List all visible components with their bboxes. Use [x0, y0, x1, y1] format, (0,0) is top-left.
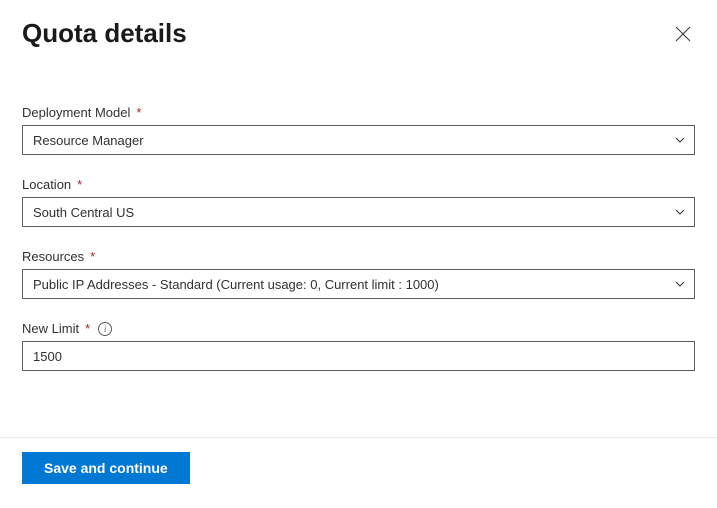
location-label: Location * — [22, 177, 695, 192]
panel-header: Quota details — [22, 18, 695, 49]
location-value: South Central US — [33, 205, 134, 220]
new-limit-label: New Limit * i — [22, 321, 695, 336]
chevron-down-icon — [674, 134, 686, 146]
separator — [0, 437, 717, 438]
quota-details-panel: Quota details Deployment Model * Resourc… — [0, 0, 717, 371]
panel-title: Quota details — [22, 18, 187, 49]
panel-footer: Save and continue — [22, 452, 190, 484]
required-indicator: * — [77, 177, 82, 192]
location-label-text: Location — [22, 177, 71, 192]
location-field: Location * South Central US — [22, 177, 695, 227]
deployment-model-field: Deployment Model * Resource Manager — [22, 105, 695, 155]
close-icon — [675, 26, 691, 42]
chevron-down-icon — [674, 278, 686, 290]
resources-value: Public IP Addresses - Standard (Current … — [33, 277, 439, 292]
close-button[interactable] — [671, 22, 695, 46]
resources-dropdown[interactable]: Public IP Addresses - Standard (Current … — [22, 269, 695, 299]
required-indicator: * — [90, 249, 95, 264]
new-limit-field: New Limit * i — [22, 321, 695, 371]
save-and-continue-button[interactable]: Save and continue — [22, 452, 190, 484]
required-indicator: * — [85, 321, 90, 336]
chevron-down-icon — [674, 206, 686, 218]
location-dropdown[interactable]: South Central US — [22, 197, 695, 227]
resources-label: Resources * — [22, 249, 695, 264]
resources-label-text: Resources — [22, 249, 84, 264]
deployment-model-label-text: Deployment Model — [22, 105, 130, 120]
required-indicator: * — [136, 105, 141, 120]
deployment-model-dropdown[interactable]: Resource Manager — [22, 125, 695, 155]
new-limit-input[interactable] — [22, 341, 695, 371]
deployment-model-label: Deployment Model * — [22, 105, 695, 120]
resources-field: Resources * Public IP Addresses - Standa… — [22, 249, 695, 299]
deployment-model-value: Resource Manager — [33, 133, 144, 148]
new-limit-label-text: New Limit — [22, 321, 79, 336]
info-icon[interactable]: i — [98, 322, 112, 336]
